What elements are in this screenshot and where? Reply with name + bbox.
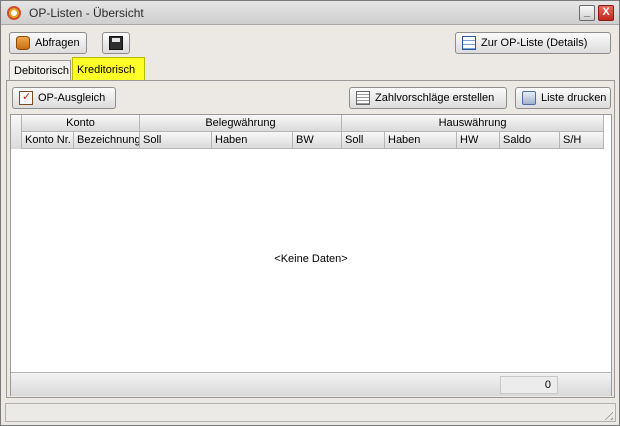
minimize-button[interactable]: _ <box>579 5 595 21</box>
database-icon <box>16 36 30 50</box>
liste-drucken-button[interactable]: Liste drucken <box>515 87 611 109</box>
close-button[interactable]: X <box>598 5 614 21</box>
grid-icon <box>462 36 476 50</box>
document-icon <box>356 91 370 105</box>
col-konto-nr[interactable]: Konto Nr. <box>22 132 74 149</box>
zur-op-liste-button[interactable]: Zur OP-Liste (Details) <box>455 32 611 54</box>
clipboard-check-icon <box>19 90 33 105</box>
col-haus-soll[interactable]: Soll <box>342 132 385 149</box>
abfragen-label: Abfragen <box>35 37 80 49</box>
record-count: 0 <box>500 376 558 394</box>
op-listen-window: OP-Listen - Übersicht _ X Abfragen Zur O… <box>0 0 620 426</box>
zur-op-liste-label: Zur OP-Liste (Details) <box>481 37 588 49</box>
band-hauswaehrung: Hauswährung <box>342 115 604 132</box>
zahlvorschlaege-label: Zahlvorschläge erstellen <box>375 92 495 104</box>
col-bezeichnung[interactable]: Bezeichnung <box>74 132 140 149</box>
zahlvorschlaege-button[interactable]: Zahlvorschläge erstellen <box>349 87 507 109</box>
abfragen-button[interactable]: Abfragen <box>9 32 87 54</box>
kreditorisch-panel: OP-Ausgleich Zahlvorschläge erstellen Li… <box>6 80 615 398</box>
col-bw[interactable]: BW <box>293 132 342 149</box>
printer-icon <box>522 91 536 105</box>
op-ausgleich-label: OP-Ausgleich <box>38 92 106 104</box>
save-button[interactable] <box>102 32 130 54</box>
empty-state-text: <Keine Daten> <box>274 253 348 265</box>
window-title: OP-Listen - Übersicht <box>29 6 144 20</box>
resize-grip-icon[interactable] <box>601 408 613 420</box>
liste-drucken-label: Liste drucken <box>541 92 607 104</box>
band-konto: Konto <box>22 115 140 132</box>
band-belegwaehrung: Belegwährung <box>140 115 342 132</box>
col-saldo[interactable]: Saldo <box>500 132 560 149</box>
title-bar: OP-Listen - Übersicht _ X <box>1 1 619 25</box>
row-header-corner <box>11 115 22 149</box>
tab-debitorisch[interactable]: Debitorisch <box>9 60 71 81</box>
tab-kreditorisch[interactable]: Kreditorisch <box>72 57 145 81</box>
grid-footer: 0 <box>11 372 611 396</box>
col-hw[interactable]: HW <box>457 132 500 149</box>
col-beleg-soll[interactable]: Soll <box>140 132 212 149</box>
op-ausgleich-button[interactable]: OP-Ausgleich <box>12 87 116 109</box>
op-grid[interactable]: Konto Belegwährung Hauswährung Konto Nr.… <box>10 114 612 396</box>
status-bar <box>5 403 616 422</box>
col-s-h[interactable]: S/H <box>560 132 604 149</box>
col-haus-haben[interactable]: Haben <box>385 132 457 149</box>
save-icon <box>109 36 123 50</box>
app-icon <box>7 6 21 20</box>
col-beleg-haben[interactable]: Haben <box>212 132 293 149</box>
